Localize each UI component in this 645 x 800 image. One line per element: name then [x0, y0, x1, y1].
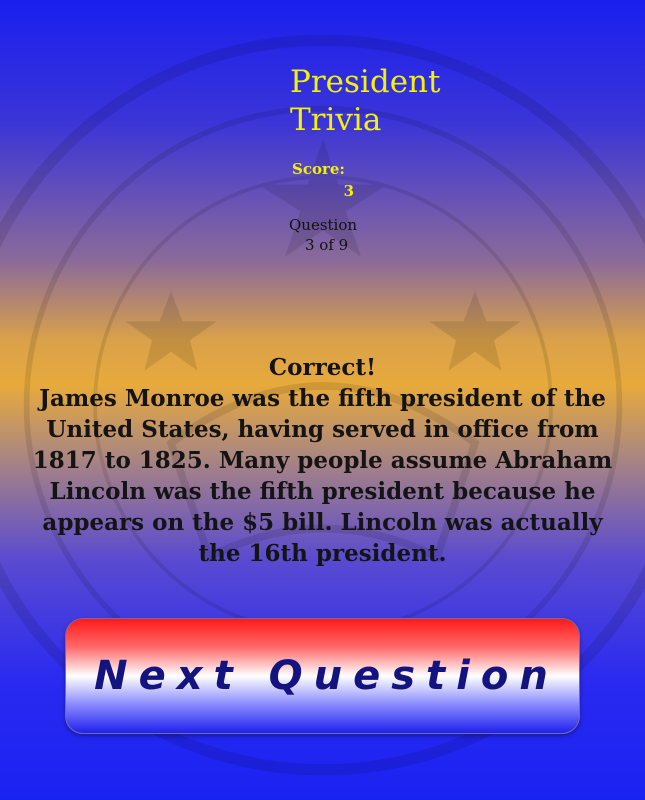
answer-feedback: Correct! James Monroe was the fifth pres…: [30, 352, 615, 569]
page-title: President Trivia: [290, 64, 441, 138]
answer-explanation: James Monroe was the fifth president of …: [32, 385, 613, 567]
score-label: Score:: [292, 160, 345, 178]
question-progress: 3 of 9: [305, 236, 349, 254]
question-label: Question: [289, 216, 358, 234]
answer-status: Correct!: [268, 354, 377, 381]
next-question-label: Next Question: [94, 653, 559, 699]
next-question-button[interactable]: Next Question: [65, 618, 580, 734]
score-value: 3: [343, 182, 354, 200]
